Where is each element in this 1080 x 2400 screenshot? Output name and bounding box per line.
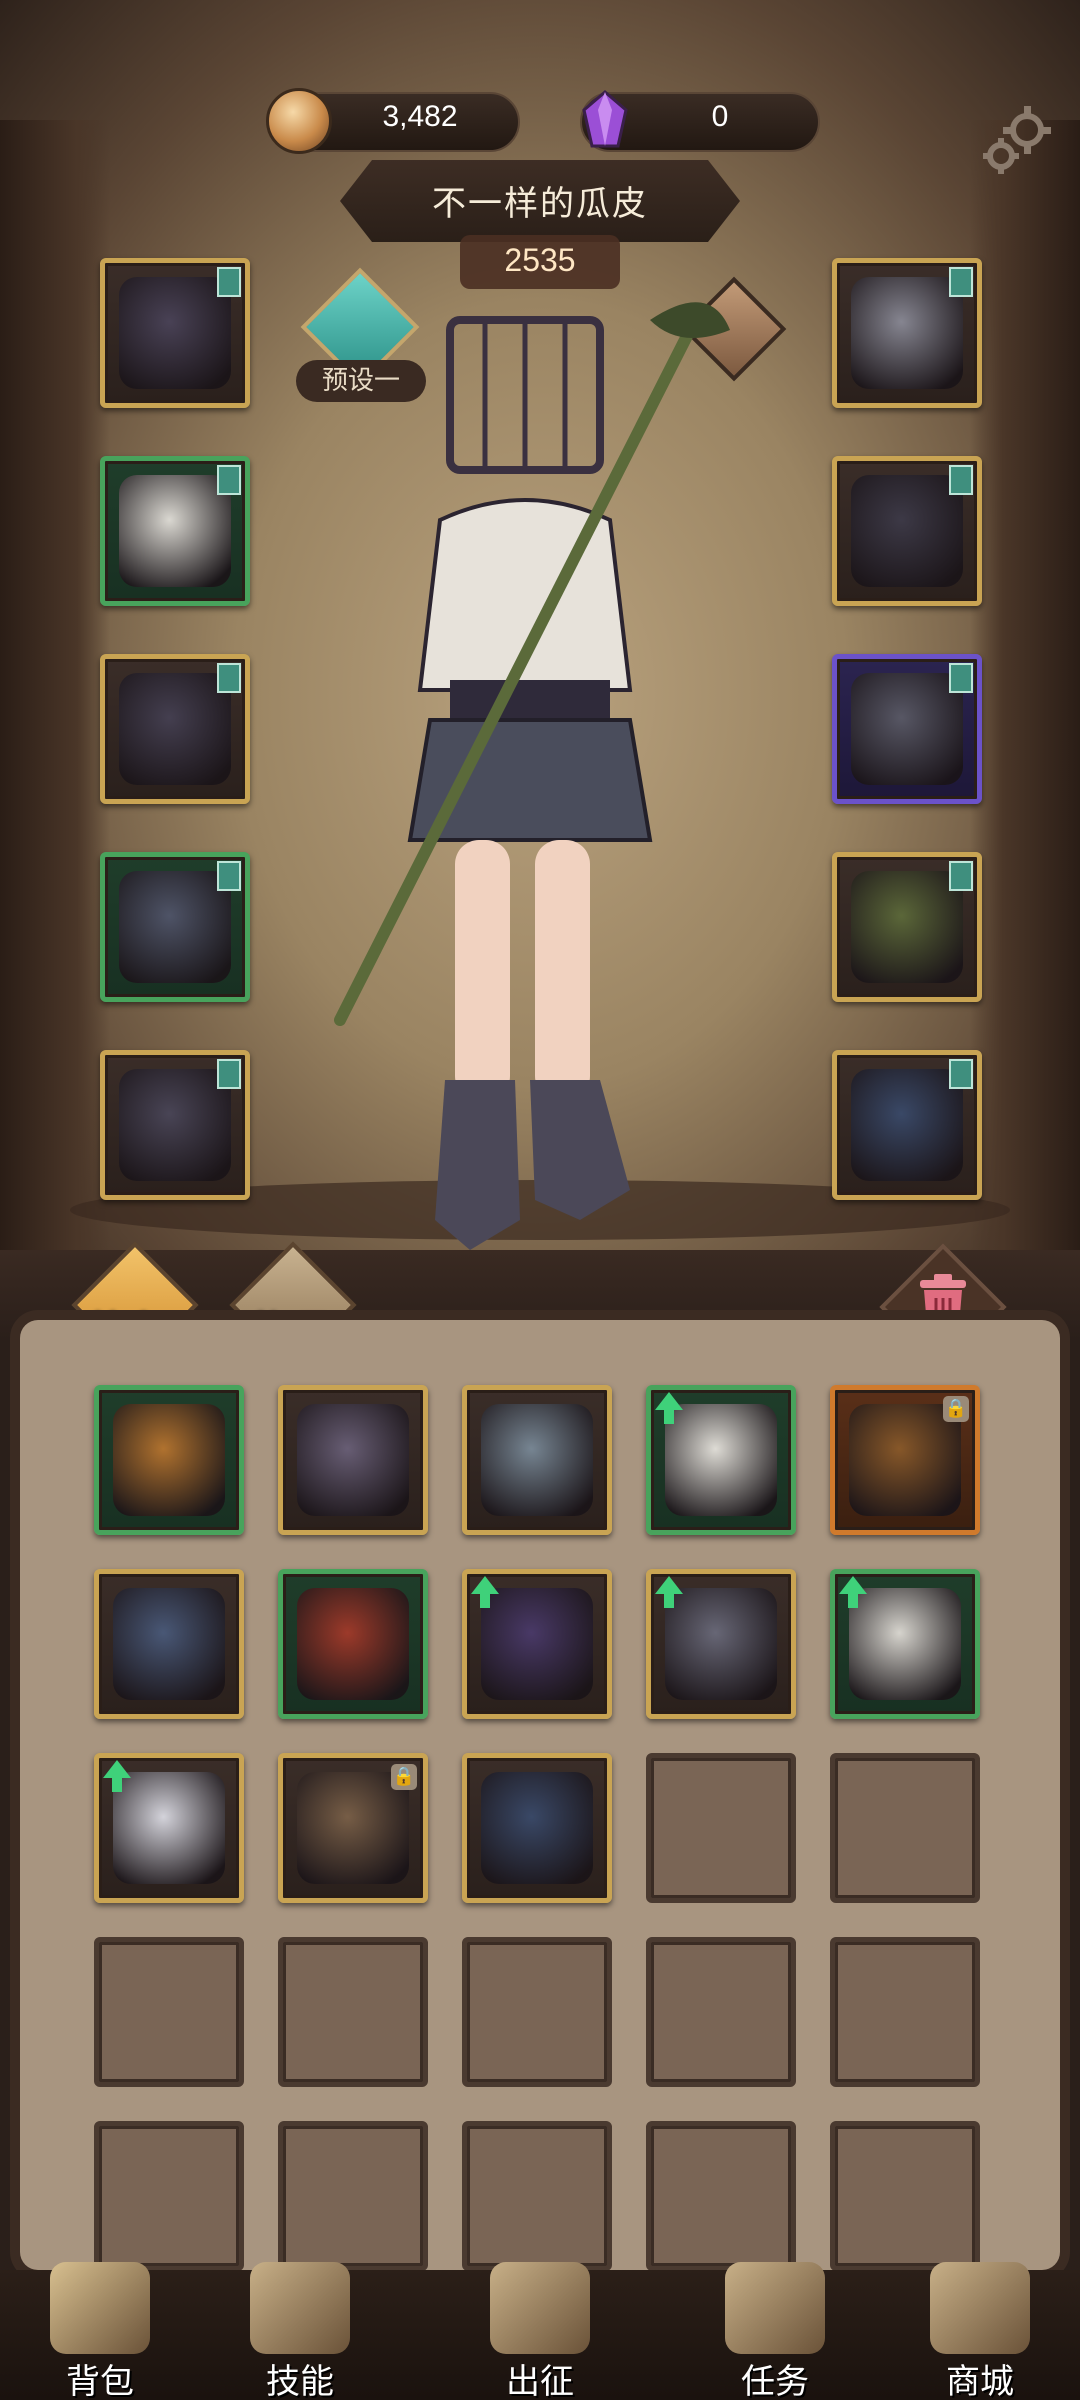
nav-battle[interactable]: 出征 [465,2262,615,2400]
inventory-slot-empty[interactable] [278,1937,428,2087]
item-icon [481,1404,593,1516]
skill-icon [250,2262,350,2354]
ring-icon [851,673,963,785]
equip-slot-shoulder[interactable] [832,456,982,606]
item-icon [113,1588,225,1700]
inventory-slot-empty[interactable] [278,2121,428,2271]
backpack-icon [50,2262,150,2354]
inventory-slot[interactable] [646,1385,796,1535]
nav-backpack[interactable]: 背包 [25,2262,175,2400]
upgrade-arrow-icon [655,1576,683,1608]
inventory-slot-empty[interactable] [462,1937,612,2087]
item-icon [665,1404,777,1516]
frame-left [0,120,110,1260]
equipped-tag-icon [949,861,973,891]
upgrade-arrow-icon [471,1576,499,1608]
gloves-icon [119,673,231,785]
shoulder-icon [851,475,963,587]
equip-slot-chest[interactable] [100,456,250,606]
character-name: 不一样的瓜皮 [432,184,648,224]
item-icon [481,1772,593,1884]
nav-label: 出征 [506,2362,574,2400]
item-icon [113,1772,225,1884]
equipped-tag-icon [949,1059,973,1089]
battle-icon [490,2262,590,2354]
boots-icon [119,1069,231,1181]
upgrade-arrow-icon [655,1392,683,1424]
upgrade-arrow-icon [103,1760,131,1792]
nav-quest[interactable]: 任务 [700,2262,850,2400]
item-icon [297,1404,409,1516]
item-icon [481,1588,593,1700]
equipped-tag-icon [949,267,973,297]
chest-icon [119,475,231,587]
inventory-slot-empty[interactable] [462,2121,612,2271]
legs-icon [119,871,231,983]
equip-slot-head[interactable] [100,258,250,408]
inventory-slot[interactable] [94,1753,244,1903]
inventory-slot-empty[interactable] [830,1937,980,2087]
inventory-slot-empty[interactable] [94,2121,244,2271]
equip-slot-necklace[interactable] [832,258,982,408]
inventory-slot[interactable]: 🔒 [278,1753,428,1903]
inventory-slot[interactable]: 🔒 [830,1385,980,1535]
lock-icon: 🔒 [391,1764,417,1790]
inventory-slot[interactable] [462,1569,612,1719]
equipped-tag-icon [217,1059,241,1089]
equipped-tag-icon [217,663,241,693]
inventory-slot[interactable] [830,1569,980,1719]
equipped-tag-icon [949,663,973,693]
equipped-tag-icon [217,267,241,297]
offhand-icon [851,1069,963,1181]
inventory-slot-empty[interactable] [830,1753,980,1903]
inventory-slot-empty[interactable] [830,2121,980,2271]
equip-slot-ring[interactable] [832,654,982,804]
weapon-icon [851,871,963,983]
nav-label: 背包 [66,2362,134,2400]
equip-slot-gloves[interactable] [100,654,250,804]
inventory-slot[interactable] [462,1385,612,1535]
equipped-tag-icon [949,465,973,495]
inventory-slot-empty[interactable] [646,2121,796,2271]
inventory-slot[interactable] [646,1569,796,1719]
equip-slot-offhand[interactable] [832,1050,982,1200]
nav-shop[interactable]: 商城 [905,2262,1055,2400]
equip-slot-legs[interactable] [100,852,250,1002]
frame-right [970,120,1080,1260]
gem-amount: 0 [711,100,729,133]
inventory-slot-empty[interactable] [94,1937,244,2087]
character-illustration [330,260,750,1280]
inventory-slot[interactable] [94,1569,244,1719]
inventory-slot[interactable] [278,1569,428,1719]
nav-label: 商城 [946,2362,1014,2400]
head-icon [119,277,231,389]
nav-label: 技能 [266,2362,334,2400]
item-icon [849,1588,961,1700]
shop-icon [930,2262,1030,2354]
item-icon [297,1588,409,1700]
settings-gear-icon[interactable] [975,100,1059,184]
necklace-icon [851,277,963,389]
equip-slot-boots[interactable] [100,1050,250,1200]
equipped-tag-icon [217,465,241,495]
item-icon [665,1588,777,1700]
coin-amount: 3,482 [382,100,458,133]
inventory-slot[interactable] [278,1385,428,1535]
upgrade-arrow-icon [839,1576,867,1608]
nav-skill[interactable]: 技能 [225,2262,375,2400]
inventory-slot[interactable] [462,1753,612,1903]
gem-icon [572,88,638,154]
item-icon [113,1404,225,1516]
inventory-slot-empty[interactable] [646,1753,796,1903]
nav-label: 任务 [741,2362,809,2400]
quest-icon [725,2262,825,2354]
lock-icon: 🔒 [943,1396,969,1422]
inventory-slot-empty[interactable] [646,1937,796,2087]
coin-icon [266,88,332,154]
equipped-tag-icon [217,861,241,891]
equip-slot-weapon[interactable] [832,852,982,1002]
inventory-slot[interactable] [94,1385,244,1535]
